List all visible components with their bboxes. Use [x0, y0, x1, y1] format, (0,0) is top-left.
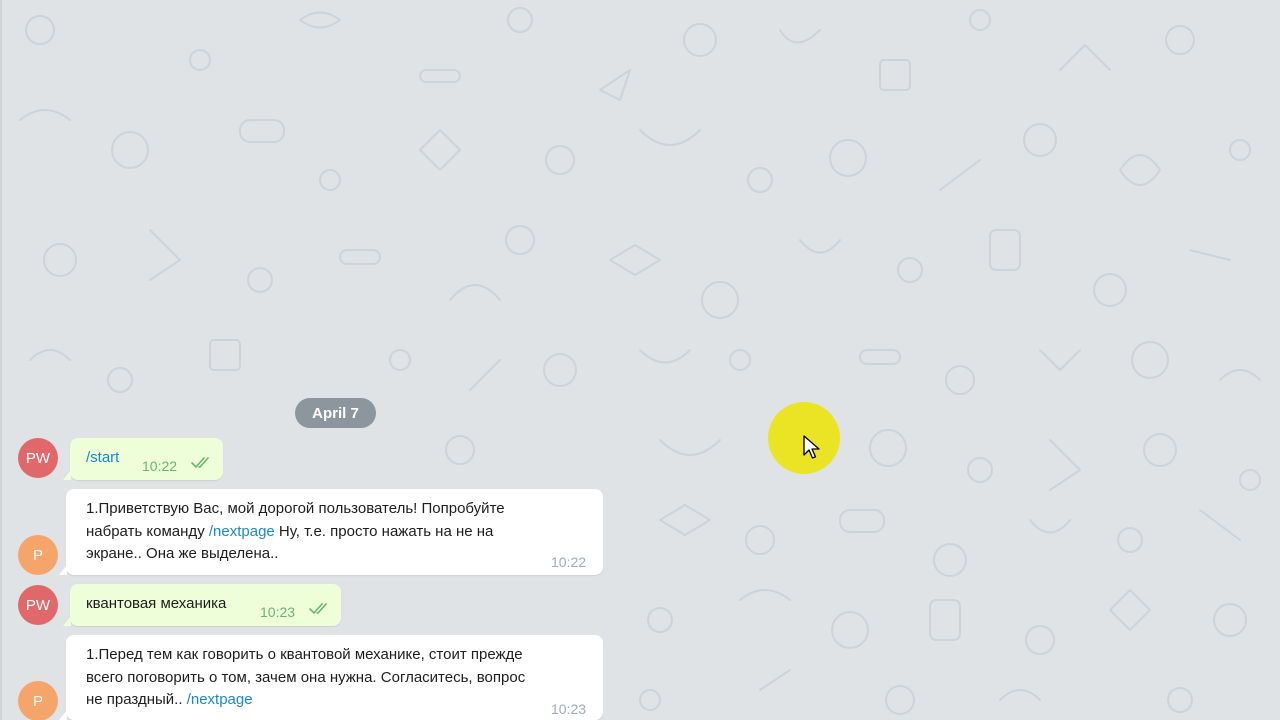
message-text: 1.Перед тем как говорить о квантовой мех…	[86, 644, 591, 712]
message-text-fragment: не праздный..	[86, 691, 187, 708]
message-bubble-incoming[interactable]: 1.Перед тем как говорить о квантовой мех…	[59, 635, 603, 720]
message-bubble-outgoing[interactable]: квантовая механика 10:23	[63, 584, 341, 626]
panel-divider	[0, 0, 2, 720]
mouse-pointer-icon	[803, 435, 820, 459]
date-separator: April 7	[295, 398, 376, 428]
message-time: 10:23	[260, 604, 296, 620]
message-text-fragment: набрать команду	[86, 522, 209, 540]
avatar[interactable]: P	[18, 535, 58, 575]
message-text: 1.Приветствую Вас, мой дорогой пользоват…	[86, 498, 586, 566]
command-link-nextpage[interactable]: /nextpage	[209, 523, 275, 540]
message-line: набрать команду /nextpage Ну, т.е. прост…	[86, 521, 586, 544]
message-line: 1.Перед тем как говорить о квантовой мех…	[86, 646, 523, 663]
message-time: 10:23	[551, 701, 587, 717]
double-check-icon	[191, 457, 209, 469]
avatar[interactable]: PW	[18, 438, 58, 478]
double-check-icon	[309, 603, 327, 615]
message-text-fragment: Ну, т.е. просто нажать на не на	[274, 522, 494, 540]
message-line: не праздный.. /nextpage	[86, 689, 591, 712]
command-link-start[interactable]: /start	[86, 447, 119, 470]
avatar[interactable]: P	[18, 681, 58, 720]
message-bubble-outgoing[interactable]: /start 10:22	[63, 438, 223, 480]
message-text: квантовая механика	[86, 595, 227, 612]
message-line: экране.. Она же выделена..	[86, 545, 279, 562]
message-time: 10:22	[142, 458, 178, 474]
bubble-tail	[59, 710, 67, 720]
message-line: 1.Приветствую Вас, мой дорогой пользоват…	[86, 500, 505, 517]
message-time: 10:22	[551, 554, 587, 570]
bubble-tail	[63, 616, 71, 626]
message-line: всего поговорить о том, зачем она нужна.…	[86, 668, 526, 686]
command-link-nextpage[interactable]: /nextpage	[187, 691, 253, 708]
bubble-tail	[59, 565, 67, 575]
avatar[interactable]: PW	[18, 585, 58, 625]
message-bubble-incoming[interactable]: 1.Приветствую Вас, мой дорогой пользоват…	[59, 489, 603, 575]
bubble-tail	[63, 470, 71, 480]
